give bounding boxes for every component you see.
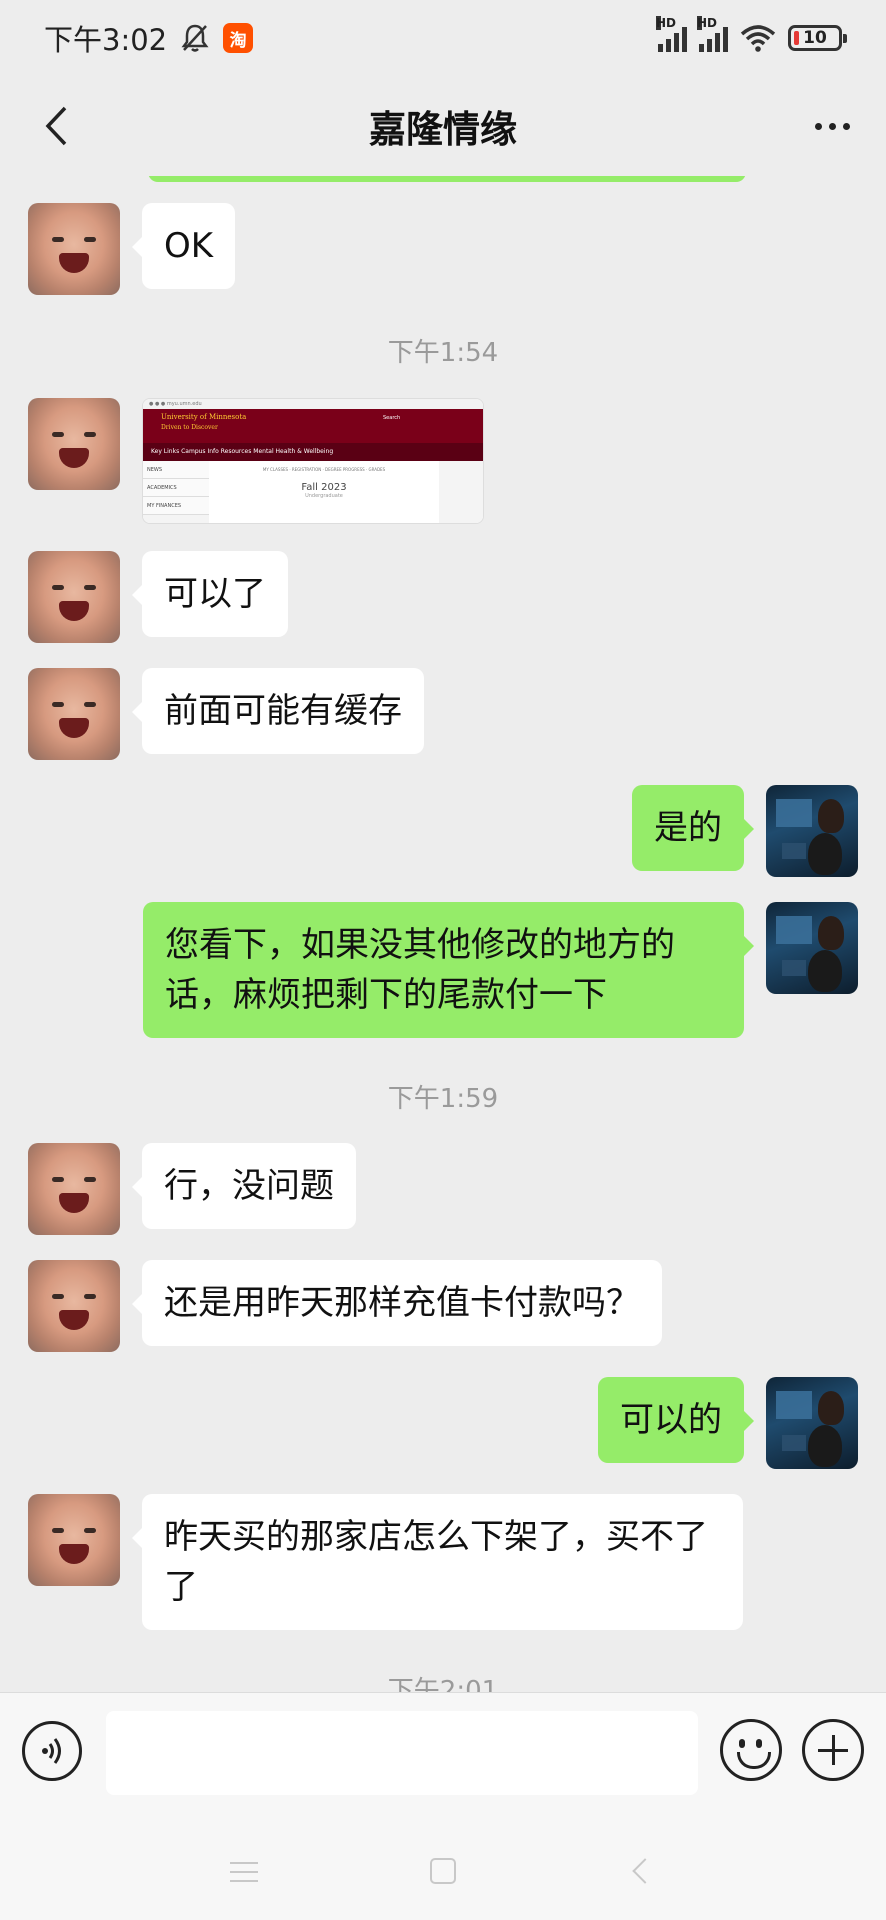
more-options-button[interactable] xyxy=(800,98,864,154)
voice-input-button[interactable] xyxy=(22,1721,82,1781)
mute-bell-icon xyxy=(181,23,209,53)
message-row: 还是用昨天那样充值卡付款吗？ xyxy=(28,1260,662,1352)
message-bubble-partial xyxy=(148,176,746,182)
message-row: 是的 xyxy=(632,785,858,877)
message-bubble[interactable]: 可以了 xyxy=(132,551,288,637)
message-row: 可以的 xyxy=(598,1377,858,1469)
message-bubble[interactable]: 您看下，如果没其他修改的地方的话，麻烦把剩下的尾款付一下 xyxy=(143,902,754,1038)
more-dots-icon xyxy=(814,122,822,130)
contact-avatar[interactable] xyxy=(28,668,120,760)
my-avatar[interactable] xyxy=(766,1377,858,1469)
my-avatar[interactable] xyxy=(766,785,858,877)
status-bar: 下午3:02 淘 HD HD 10 xyxy=(0,0,886,76)
wifi-icon xyxy=(740,24,776,52)
message-row: 行，没问题 xyxy=(28,1143,356,1235)
input-bar xyxy=(0,1692,886,1812)
timestamp: 下午2:01 xyxy=(387,1676,499,1692)
message-row: 前面可能有缓存 xyxy=(28,668,424,760)
home-icon[interactable] xyxy=(430,1858,456,1884)
back-icon[interactable] xyxy=(632,1858,658,1884)
message-row: 可以了 xyxy=(28,551,288,643)
message-bubble[interactable]: 前面可能有缓存 xyxy=(132,668,424,754)
message-bubble[interactable]: OK xyxy=(131,203,236,289)
system-nav-bar xyxy=(0,1812,886,1920)
message-row: 昨天买的那家店怎么下架了，买不了了 xyxy=(28,1494,743,1630)
chevron-left-icon xyxy=(45,106,67,146)
message-bubble[interactable]: 还是用昨天那样充值卡付款吗？ xyxy=(132,1260,662,1346)
contact-avatar[interactable] xyxy=(28,203,120,295)
contact-avatar[interactable] xyxy=(28,1494,120,1586)
menu-icon[interactable] xyxy=(230,1862,258,1882)
chat-area[interactable]: OK 下午1:54 ● ● ● myu.umn.edu University o… xyxy=(0,176,886,1692)
message-bubble[interactable]: 昨天买的那家店怎么下架了，买不了了 xyxy=(132,1494,743,1630)
message-bubble[interactable]: 行，没问题 xyxy=(132,1143,356,1229)
contact-avatar[interactable] xyxy=(28,1260,120,1352)
chat-title: 嘉隆情缘 xyxy=(369,108,517,151)
contact-avatar[interactable] xyxy=(28,551,120,643)
message-row: ● ● ● myu.umn.edu University of Minnesot… xyxy=(28,398,484,524)
message-bubble[interactable]: 是的 xyxy=(632,785,754,871)
message-row: 您看下，如果没其他修改的地方的话，麻烦把剩下的尾款付一下 xyxy=(143,902,858,1038)
message-input[interactable] xyxy=(106,1711,698,1795)
more-actions-button[interactable] xyxy=(802,1719,864,1781)
message-row: OK xyxy=(28,203,236,295)
battery-level: 10 xyxy=(803,28,827,48)
back-button[interactable] xyxy=(28,98,84,154)
image-message[interactable]: ● ● ● myu.umn.edu University of Minnesot… xyxy=(142,398,484,524)
my-avatar[interactable] xyxy=(766,902,858,994)
battery-icon: 10 xyxy=(788,25,847,51)
voice-icon xyxy=(42,1738,61,1764)
timestamp: 下午1:59 xyxy=(387,1084,499,1114)
signal-icon: HD xyxy=(656,16,687,52)
status-time: 下午3:02 xyxy=(44,23,168,57)
emoji-button[interactable] xyxy=(720,1719,782,1781)
contact-avatar[interactable] xyxy=(28,398,120,490)
taobao-app-icon: 淘 xyxy=(223,23,254,53)
timestamp: 下午1:54 xyxy=(387,338,499,368)
chat-header: 嘉隆情缘 xyxy=(0,76,886,176)
contact-avatar[interactable] xyxy=(28,1143,120,1235)
signal-icon: HD xyxy=(697,16,728,52)
message-bubble[interactable]: 可以的 xyxy=(598,1377,754,1463)
